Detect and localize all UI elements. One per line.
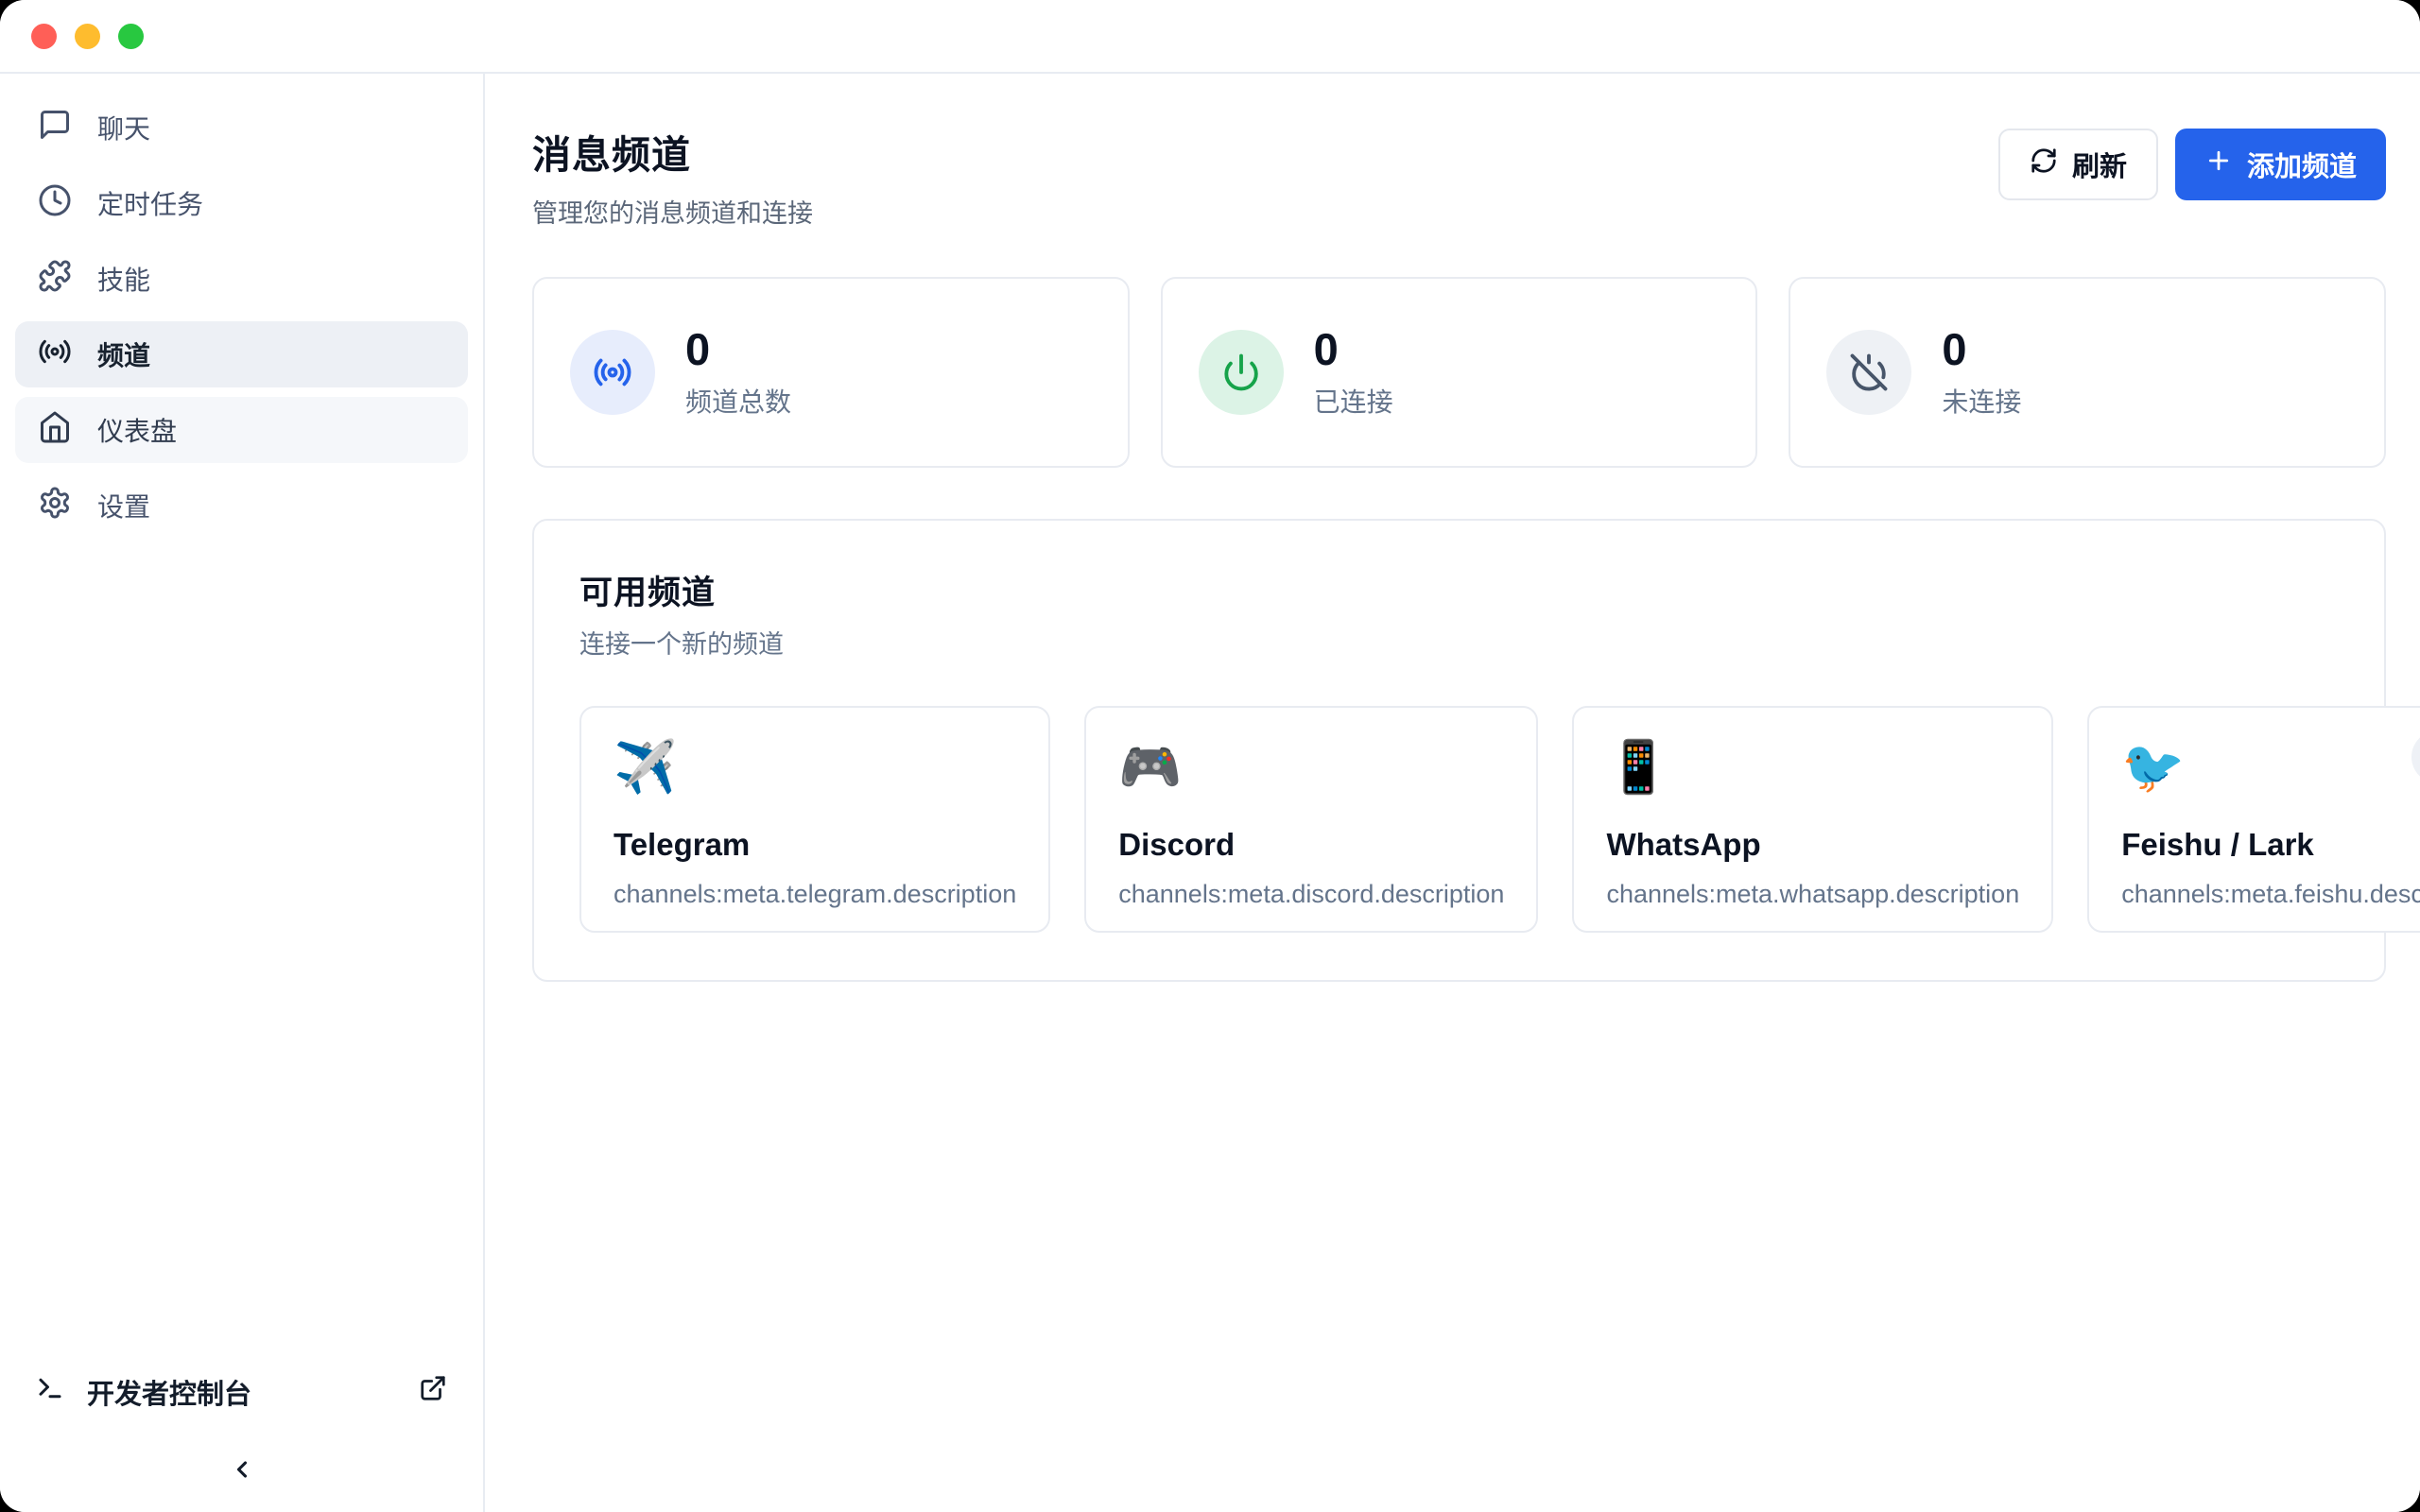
sidebar: 聊天 定时任务 技能 [0, 74, 485, 1512]
sidebar-item-chat[interactable]: 聊天 [15, 94, 468, 161]
sidebar-item-label: 聊天 [97, 109, 150, 146]
power-icon [1199, 330, 1284, 415]
channel-name: Feishu / Lark [2121, 827, 2420, 863]
channel-description: channels:meta.whatsapp.description [1606, 880, 2019, 909]
minimize-window-button[interactable] [75, 24, 100, 49]
sidebar-item-scheduled-tasks[interactable]: 定时任务 [15, 170, 468, 236]
clock-icon [38, 183, 72, 224]
sidebar-item-label: 技能 [97, 260, 150, 298]
home-icon [38, 410, 72, 451]
terminal-icon [36, 1374, 64, 1410]
developer-console-link[interactable]: 开发者控制台 [36, 1372, 447, 1412]
stat-value: 0 [1942, 325, 2021, 374]
stat-value: 0 [685, 325, 791, 374]
gamepad-emoji-icon: 🎮 [1118, 738, 1504, 797]
developer-console-label: 开发者控制台 [87, 1372, 251, 1412]
stat-card-total-channels: 0 频道总数 [532, 277, 1130, 468]
add-channel-button[interactable]: 添加频道 [2175, 129, 2386, 200]
window-titlebar [0, 0, 2420, 74]
refresh-button[interactable]: 刷新 [1998, 129, 2158, 200]
plus-icon [2204, 146, 2233, 182]
channel-name: WhatsApp [1606, 827, 2019, 863]
main-content: 消息频道 管理您的消息频道和连接 刷新 添加频道 [485, 74, 2420, 1512]
stat-card-connected: 0 已连接 [1161, 277, 1758, 468]
radio-icon [570, 330, 655, 415]
airplane-emoji-icon: ✈️ [614, 738, 1016, 797]
page-header: 消息频道 管理您的消息频道和连接 刷新 添加频道 [532, 123, 2386, 230]
stat-card-disconnected: 0 未连接 [1789, 277, 2386, 468]
refresh-icon [2030, 146, 2058, 182]
channel-name: Discord [1118, 827, 1504, 863]
bird-emoji-icon: 🐦 [2121, 738, 2420, 797]
sidebar-item-label: 仪表盘 [97, 411, 177, 449]
power-off-icon [1826, 330, 1911, 415]
sidebar-item-dashboard[interactable]: 仪表盘 [15, 397, 468, 463]
sidebar-item-label: 频道 [97, 335, 150, 373]
page-subtitle: 管理您的消息频道和连接 [532, 193, 813, 230]
sidebar-spacer [0, 539, 483, 1372]
sidebar-item-label: 设置 [97, 487, 150, 524]
sidebar-item-settings[interactable]: 设置 [15, 472, 468, 539]
channel-grid: ✈️ Telegram channels:meta.telegram.descr… [579, 706, 2339, 933]
channel-description: channels:meta.discord.description [1118, 880, 1504, 909]
gear-icon [38, 486, 72, 526]
channel-name: Telegram [614, 827, 1016, 863]
message-square-icon [38, 108, 72, 148]
stat-label: 未连接 [1942, 382, 2021, 420]
sidebar-item-label: 定时任务 [97, 184, 203, 222]
sidebar-item-skills[interactable]: 技能 [15, 246, 468, 312]
channel-card-discord[interactable]: 🎮 Discord channels:meta.discord.descript… [1084, 706, 1538, 933]
channel-card-whatsapp[interactable]: 📱 WhatsApp channels:meta.whatsapp.descri… [1572, 706, 2053, 933]
sidebar-nav: 聊天 定时任务 技能 [0, 94, 483, 539]
stats-row: 0 频道总数 0 已连接 [532, 277, 2386, 468]
page-title: 消息频道 [532, 123, 813, 180]
panel-subtitle: 连接一个新的频道 [579, 624, 2339, 661]
close-window-button[interactable] [31, 24, 57, 49]
add-channel-button-label: 添加频道 [2247, 145, 2357, 184]
available-channels-panel: 可用频道 连接一个新的频道 ✈️ Telegram channels:meta.… [532, 519, 2386, 982]
app-window: 聊天 定时任务 技能 [0, 0, 2420, 1512]
channel-description: channels:meta.telegram.description [614, 880, 1016, 909]
puzzle-icon [38, 259, 72, 300]
channel-card-telegram[interactable]: ✈️ Telegram channels:meta.telegram.descr… [579, 706, 1050, 933]
channel-description: channels:meta.feishu.description [2121, 880, 2420, 909]
refresh-button-label: 刷新 [2072, 145, 2127, 184]
mobile-phone-emoji-icon: 📱 [1606, 738, 2019, 797]
stat-label: 已连接 [1314, 382, 1393, 420]
chevron-left-icon [229, 1456, 255, 1486]
panel-title: 可用频道 [579, 566, 2339, 614]
stat-label: 频道总数 [685, 382, 791, 420]
zoom-window-button[interactable] [118, 24, 144, 49]
sidebar-collapse-button[interactable] [216, 1444, 268, 1497]
header-actions: 刷新 添加频道 [1998, 129, 2386, 200]
external-link-icon[interactable] [419, 1374, 447, 1410]
stat-value: 0 [1314, 325, 1393, 374]
radio-icon [38, 335, 72, 375]
channel-card-feishu[interactable]: 插件 🐦 Feishu / Lark channels:meta.feishu.… [2087, 706, 2420, 933]
sidebar-item-channels[interactable]: 频道 [15, 321, 468, 387]
